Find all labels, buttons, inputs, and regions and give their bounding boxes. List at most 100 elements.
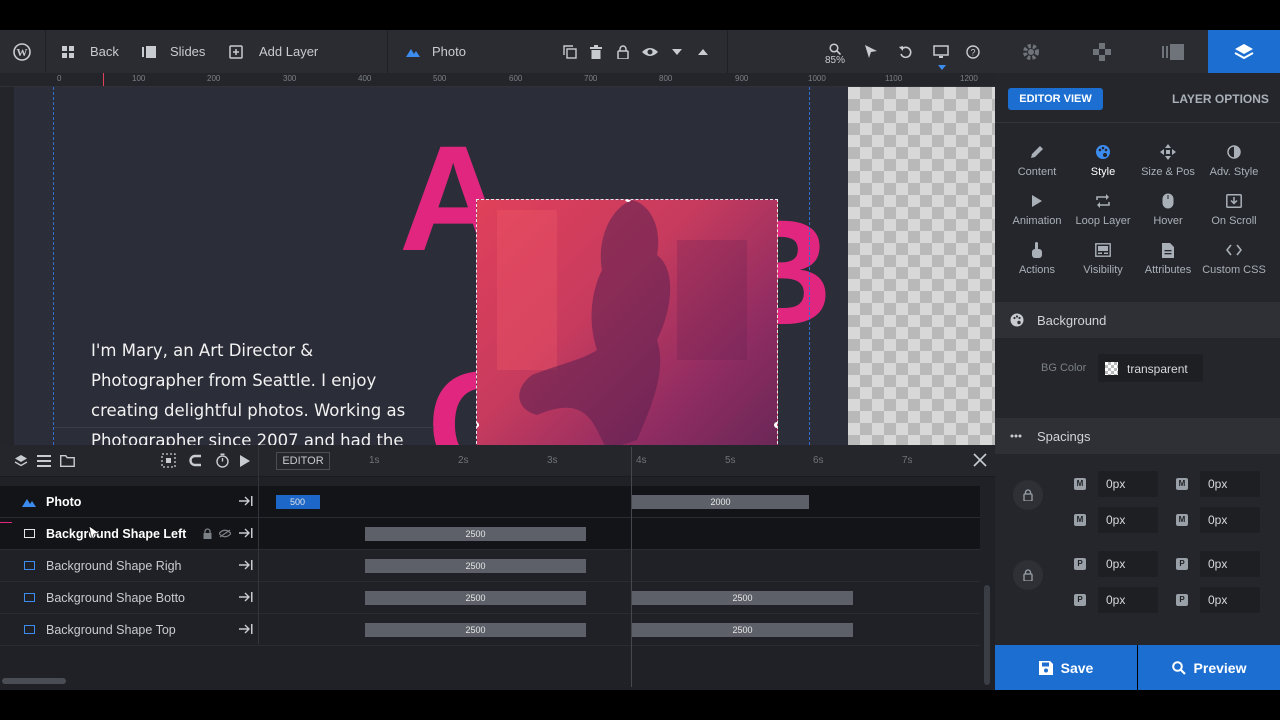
option-custom-css[interactable]: Custom CSS [1201, 239, 1267, 276]
editor-marker[interactable]: EDITOR [276, 452, 330, 470]
jump-to-end-icon[interactable] [239, 623, 253, 635]
playhead-line[interactable] [631, 447, 632, 687]
padding-right-field[interactable]: 0px [1200, 551, 1260, 577]
option-label: Content [1017, 166, 1057, 178]
margin-bottom-field[interactable]: 0px [1098, 507, 1158, 533]
spacings-section-header[interactable]: Spacings [995, 418, 1280, 454]
animation-bar[interactable]: 2500 [365, 591, 586, 605]
timeline-tick: 5s [725, 455, 736, 466]
caret-down-icon[interactable] [668, 43, 686, 61]
magnet-icon[interactable] [188, 453, 203, 468]
hidden-eye-icon[interactable] [219, 529, 231, 538]
duplicate-icon[interactable] [561, 43, 579, 61]
animation-bar[interactable]: 2500 [365, 623, 586, 637]
shape-layer-icon [24, 593, 35, 602]
intro-text-layer[interactable]: I'm Mary, an Art Director & Photographer… [91, 336, 421, 445]
lock-icon[interactable] [614, 43, 632, 61]
tab-slider-settings[interactable] [995, 30, 1066, 73]
option-visibility[interactable]: Visibility [1070, 239, 1136, 276]
editor-view-button[interactable]: EDITOR VIEW [1008, 88, 1103, 110]
file-icon [1135, 239, 1201, 261]
background-section-header[interactable]: Background [995, 302, 1280, 338]
library-icon [1161, 43, 1184, 60]
margin-left-field[interactable]: 0px [1200, 507, 1260, 533]
puzzle-icon [1092, 42, 1112, 62]
timeline-row-background-shape-left[interactable]: Background Shape Left 2500 [0, 518, 980, 550]
stopwatch-icon[interactable] [215, 453, 230, 468]
animation-bar[interactable]: 2500 [365, 559, 586, 573]
safe-area-guide [53, 87, 54, 445]
ruler-label: 1200 [960, 74, 978, 83]
option-animation[interactable]: Animation [1004, 190, 1070, 227]
margin-right-field[interactable]: 0px [1200, 471, 1260, 497]
eye-icon[interactable] [641, 43, 659, 61]
preview-label: Preview [1193, 659, 1247, 676]
layers-toggle-icon[interactable] [14, 454, 28, 468]
wordpress-icon[interactable]: W [13, 43, 31, 61]
jump-to-end-icon[interactable] [239, 527, 253, 539]
selection-icon[interactable] [161, 453, 176, 468]
add-layer-label: Add Layer [259, 44, 319, 59]
jump-to-end-icon[interactable] [239, 559, 253, 571]
horizontal-ruler: 0 100 200 300 400 500 600 700 800 900 10… [0, 73, 995, 87]
padding-left-field[interactable]: 0px [1200, 587, 1260, 613]
ruler-label: 1100 [885, 74, 903, 83]
cursor-icon[interactable] [862, 43, 880, 61]
option-content[interactable]: Content [1004, 141, 1070, 178]
photo-layer[interactable] [476, 199, 778, 445]
slide-canvas[interactable]: A B C I'm Mary, an Art Director & Photog… [14, 87, 848, 445]
margin-top-field[interactable]: 0px [1098, 471, 1158, 497]
play-timeline-icon[interactable] [240, 455, 250, 467]
animation-bar[interactable]: 2500 [632, 623, 853, 637]
option-adv-style[interactable]: Adv. Style [1201, 141, 1267, 178]
animation-bar[interactable]: 2000 [632, 495, 809, 509]
tab-slide-library[interactable] [1137, 30, 1208, 73]
vertical-scrollbar[interactable] [984, 585, 990, 685]
jump-to-end-icon[interactable] [239, 591, 253, 603]
animation-bar[interactable]: 500 [276, 495, 320, 509]
option-label: Adv. Style [1209, 166, 1259, 178]
close-timeline-icon[interactable] [973, 453, 987, 467]
help-icon[interactable]: ? [964, 43, 982, 61]
trash-icon[interactable] [587, 43, 605, 61]
option-hover[interactable]: Hover [1135, 190, 1201, 227]
option-loop-layer[interactable]: Loop Layer [1070, 190, 1136, 227]
option-actions[interactable]: Actions [1004, 239, 1070, 276]
undo-icon[interactable] [897, 43, 915, 61]
padding-top-field[interactable]: 0px [1098, 551, 1158, 577]
timeline-row-photo[interactable]: Photo 500 2000 [0, 486, 980, 518]
save-button[interactable]: Save [995, 645, 1137, 690]
jump-to-end-icon[interactable] [239, 495, 253, 507]
option-attributes[interactable]: Attributes [1135, 239, 1201, 276]
caret-up-icon[interactable] [694, 43, 712, 61]
timeline-row-background-shape-top[interactable]: Background Shape Top 2500 2500 [0, 614, 980, 646]
slides-label: Slides [170, 44, 206, 59]
margin-lock-icon[interactable] [1013, 480, 1043, 510]
option-size-pos[interactable]: Size & Pos [1135, 141, 1201, 178]
add-layer-button[interactable]: Add Layer [229, 30, 318, 73]
animation-bar[interactable]: 2500 [632, 591, 853, 605]
folder-icon[interactable] [60, 455, 75, 467]
padding-bottom-field[interactable]: 0px [1098, 587, 1158, 613]
list-icon[interactable] [37, 455, 51, 467]
padding-lock-icon[interactable] [1013, 560, 1043, 590]
lock-icon[interactable] [203, 528, 212, 539]
option-on-scroll[interactable]: On Scroll [1201, 190, 1267, 227]
tab-slide-settings[interactable] [1066, 30, 1137, 73]
horizontal-scrollbar[interactable] [2, 678, 66, 684]
timeline-row-background-shape-right[interactable]: Background Shape Righ 2500 [0, 550, 980, 582]
desktop-icon[interactable] [932, 43, 950, 61]
current-layer-selector[interactable]: Photo [406, 30, 466, 73]
tab-layer-settings[interactable] [1208, 30, 1280, 73]
layer-options-tab[interactable]: LAYER OPTIONS [1172, 92, 1269, 106]
margin-bottom-icon: M [1074, 514, 1086, 526]
slides-button[interactable]: Slides [142, 30, 205, 73]
animation-bar[interactable]: 2500 [365, 527, 586, 541]
svg-text:?: ? [970, 48, 975, 58]
back-button[interactable]: Back [62, 30, 119, 73]
option-style[interactable]: Style [1070, 141, 1136, 178]
timeline-divider [258, 445, 259, 477]
preview-button[interactable]: Preview [1138, 645, 1280, 690]
timeline-row-background-shape-bottom[interactable]: Background Shape Botto 2500 2500 [0, 582, 980, 614]
bg-color-field[interactable]: transparent [1098, 354, 1203, 382]
